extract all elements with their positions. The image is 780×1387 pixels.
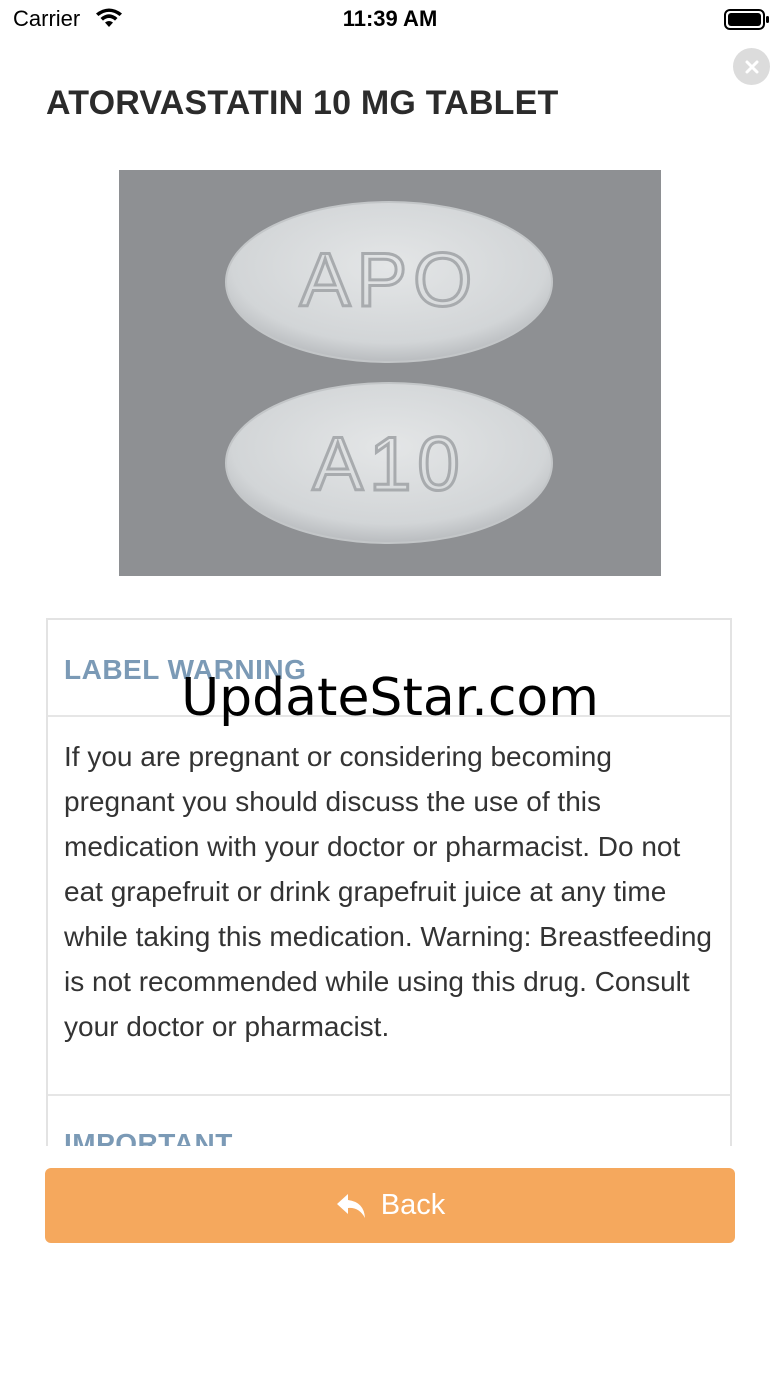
pill-imprint-top: APO bbox=[300, 238, 479, 323]
label-warning-text: If you are pregnant or considering becom… bbox=[64, 741, 712, 1042]
section-heading-important: IMPORTANT bbox=[64, 1128, 233, 1146]
watermark: UpdateStar.com bbox=[181, 668, 599, 728]
status-time: 11:39 AM bbox=[342, 6, 438, 31]
divider bbox=[48, 1094, 730, 1096]
pill-image: APO A10 bbox=[119, 170, 661, 576]
pill-photo: APO A10 bbox=[225, 201, 553, 544]
status-bar: Carrier 11:39 AM bbox=[0, 0, 780, 40]
close-icon bbox=[745, 60, 758, 73]
back-button[interactable]: Back bbox=[45, 1168, 735, 1243]
close-button[interactable] bbox=[733, 48, 770, 85]
back-button-label: Back bbox=[380, 1189, 446, 1221]
pill-imprint-bottom: A10 bbox=[312, 422, 465, 507]
screen: Carrier 11:39 AM ATORVASTATIN 10 MG TABL… bbox=[0, 0, 780, 1387]
battery-icon bbox=[724, 9, 769, 30]
reply-icon bbox=[336, 1193, 365, 1218]
page-title: ATORVASTATIN 10 MG TABLET bbox=[46, 84, 559, 122]
